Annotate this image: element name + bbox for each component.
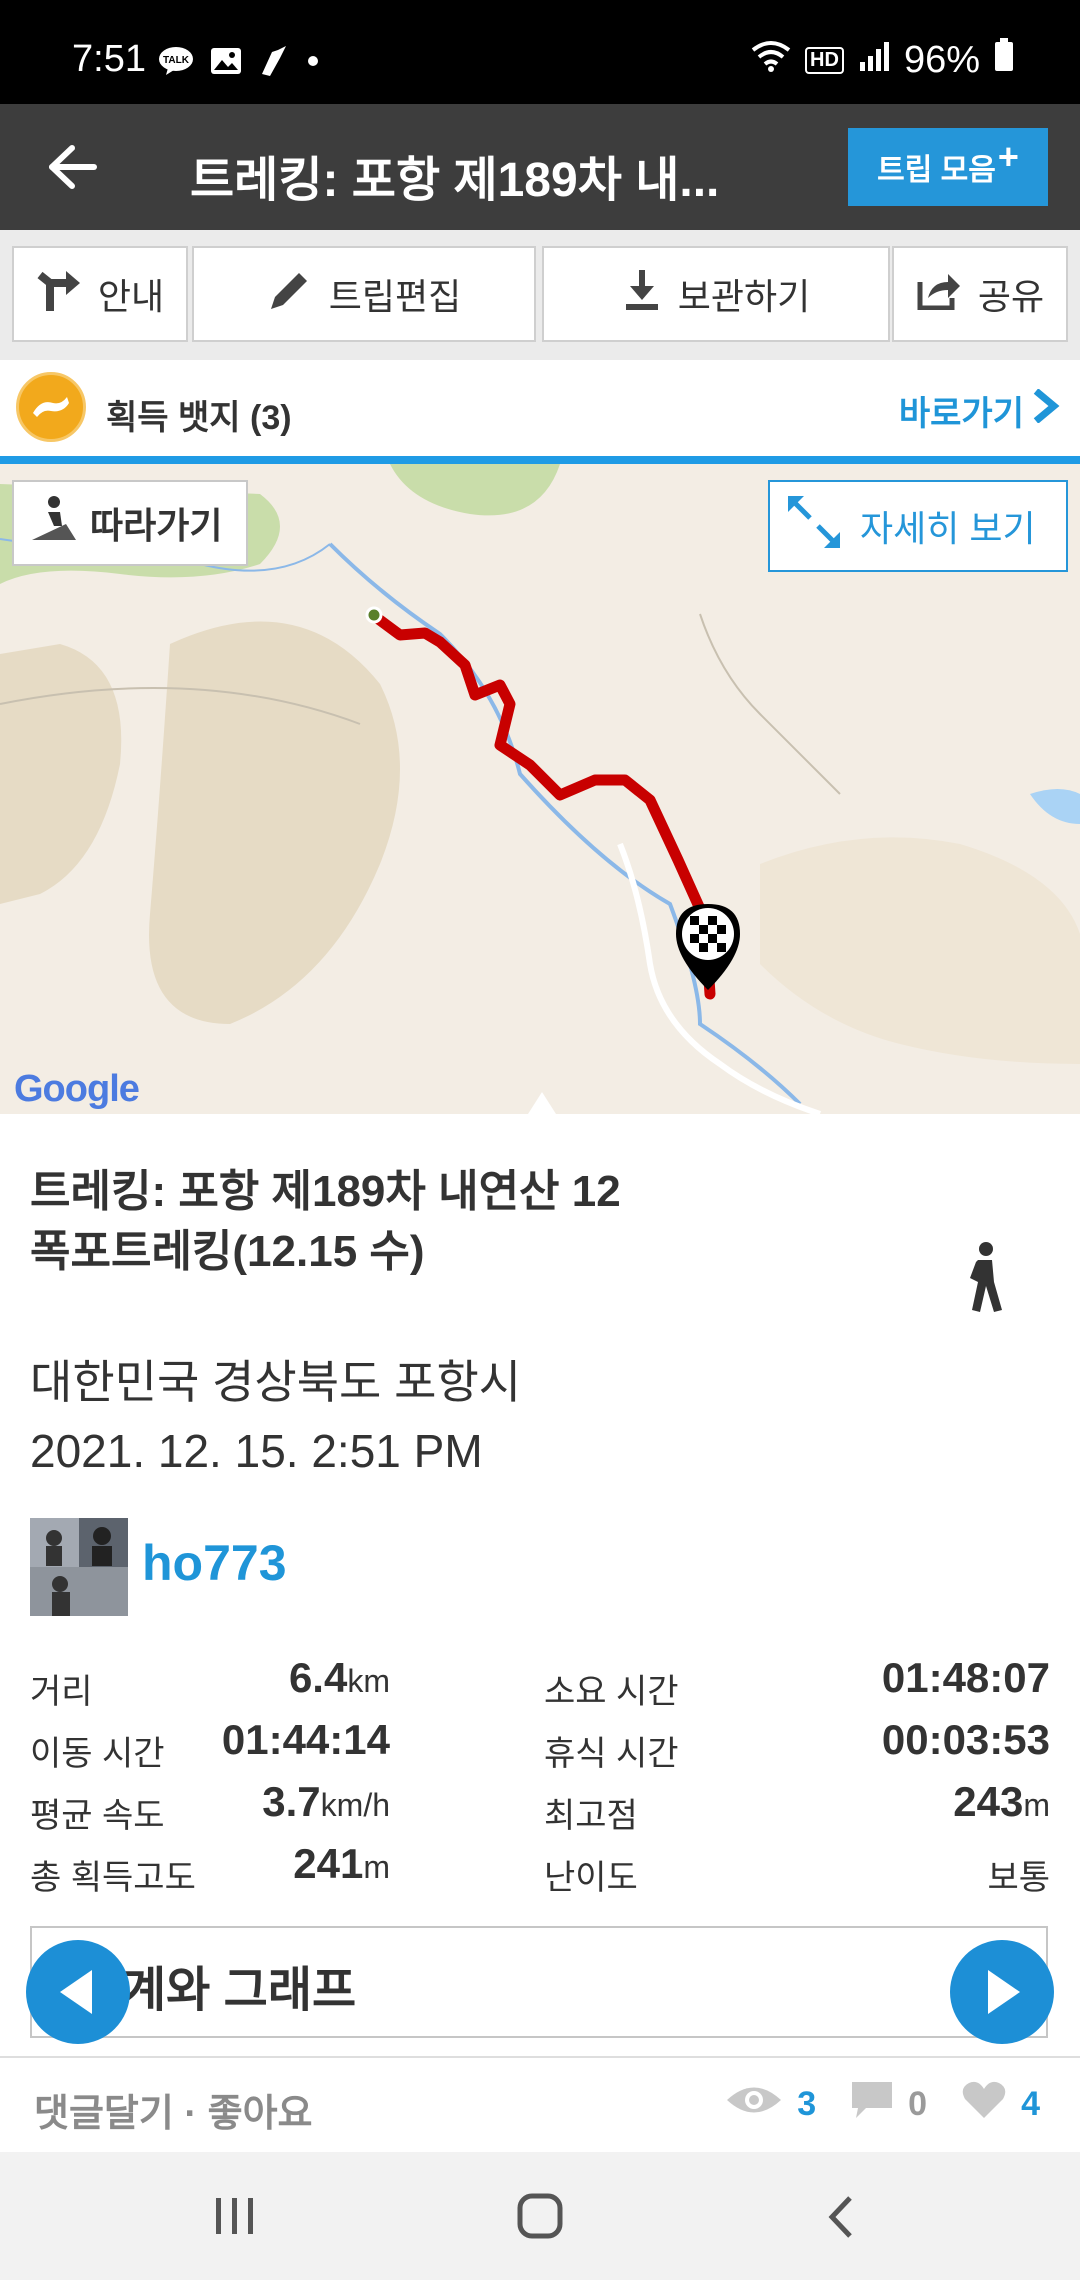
engagement-stats: 3 0 4 xyxy=(725,2080,1040,2129)
title-bar: 트레킹: 포항 제189차 내... 트립 모음 + xyxy=(0,104,1080,230)
stat-label: 이동 시간 xyxy=(30,1735,165,1773)
username-link[interactable]: ho773 xyxy=(142,1534,287,1592)
trip-collection-button[interactable]: 트립 모음 + xyxy=(848,128,1048,206)
stat-value: 01:44:14 xyxy=(221,1716,390,1763)
action-toolbar: 안내 트립편집 보관하기 공유 xyxy=(0,230,1080,360)
stat-row: 거리 6.4km 소요 시간 01:48:07 xyxy=(30,1654,1050,1711)
trip-location: 대한민국 경상북도 포항시 xyxy=(30,1356,522,1408)
share-button[interactable]: 공유 xyxy=(892,246,1068,342)
badge-label: 획득 뱃지 (3) xyxy=(106,399,292,437)
heart-icon xyxy=(961,2080,1007,2129)
share-icon xyxy=(916,270,962,319)
back-nav-icon[interactable] xyxy=(826,2194,856,2245)
more-dot-icon xyxy=(306,54,320,73)
triangle-left-icon xyxy=(60,1970,92,2014)
trip-datetime: 2021. 12. 15. 2:51 PM xyxy=(30,1425,483,1477)
follow-label: 따라가기 xyxy=(90,505,223,546)
share-label: 공유 xyxy=(977,276,1045,317)
save-label: 보관하기 xyxy=(677,276,811,317)
status-time: 7:51 xyxy=(72,38,146,80)
trip-title: 트레킹: 포항 제189차 내연산 12폭포트레킹(12.15 수) xyxy=(30,1167,621,1276)
views-count: 3 xyxy=(797,2085,817,2123)
view-detail-label: 자세히 보기 xyxy=(860,508,1036,549)
shortcut-label: 바로가기 xyxy=(898,395,1024,433)
stat-value: 01:48:07 xyxy=(881,1654,1050,1701)
stat-label: 휴식 시간 xyxy=(544,1735,679,1773)
save-button[interactable]: 보관하기 xyxy=(542,246,890,342)
stat-value: 243m xyxy=(953,1778,1050,1825)
pencil-icon xyxy=(267,267,313,322)
walker-icon xyxy=(32,494,76,553)
stat-label: 난이도 xyxy=(544,1859,638,1897)
stat-label: 거리 xyxy=(30,1673,93,1711)
graph-panel[interactable]: 계와 그래프 xyxy=(30,1926,1048,2038)
google-logo: Google xyxy=(14,1068,140,1111)
stat-label: 최고점 xyxy=(544,1797,638,1835)
stat-value: 3.7km/h xyxy=(262,1778,390,1825)
google-logo-text: Google xyxy=(14,1068,140,1110)
guide-button[interactable]: 안내 xyxy=(12,246,188,342)
prev-button[interactable] xyxy=(26,1940,130,2044)
app-icon xyxy=(258,44,290,83)
status-right: HD 96% xyxy=(751,38,1014,82)
expand-icon xyxy=(782,490,846,563)
plus-icon: + xyxy=(997,136,1019,177)
stat-label: 총 획득고도 xyxy=(30,1859,196,1897)
svg-text:TALK: TALK xyxy=(163,55,190,66)
triangle-right-icon xyxy=(988,1970,1020,2014)
talk-icon: TALK xyxy=(158,46,194,81)
walking-icon xyxy=(962,1242,1008,1317)
stat-value: 보통 xyxy=(987,1859,1050,1897)
back-arrow-icon[interactable] xyxy=(48,144,98,190)
trip-collection-label: 트립 모음 xyxy=(877,154,996,187)
eye-icon xyxy=(725,2083,783,2126)
comment-like-link[interactable]: 댓글달기 · 좋아요 xyxy=(34,2082,313,2137)
badge-row[interactable]: 획득 뱃지 (3) 바로가기 xyxy=(0,360,1080,464)
badge-coin-icon xyxy=(16,372,86,442)
download-icon xyxy=(622,268,662,321)
view-detail-button[interactable]: 자세히 보기 xyxy=(768,480,1068,572)
hd-icon: HD xyxy=(805,46,844,74)
stat-row: 평균 속도 3.7km/h 최고점 243m xyxy=(30,1778,1050,1835)
stat-label: 평균 속도 xyxy=(30,1797,165,1835)
next-button[interactable] xyxy=(950,1940,1054,2044)
status-bar: 7:51 TALK HD 96% xyxy=(0,0,1080,104)
battery-icon xyxy=(994,38,1014,82)
comment-like-bar: 댓글달기 · 좋아요 3 0 4 xyxy=(0,2056,1080,2154)
route-map[interactable]: 따라가기 자세히 보기 Google xyxy=(0,464,1080,1114)
stat-row: 이동 시간 01:44:14 휴식 시간 00:03:53 xyxy=(30,1716,1050,1773)
chevron-right-icon xyxy=(1032,388,1060,432)
likes-count: 4 xyxy=(1021,2085,1040,2123)
stat-label: 소요 시간 xyxy=(544,1673,679,1711)
system-nav-bar xyxy=(0,2152,1080,2280)
notification-icons: TALK xyxy=(158,44,320,83)
follow-button[interactable]: 따라가기 xyxy=(12,480,248,566)
graph-label: 계와 그래프 xyxy=(122,1964,357,2017)
signal-icon xyxy=(858,39,890,82)
guide-label: 안내 xyxy=(97,276,165,317)
comments-count: 0 xyxy=(908,2085,928,2123)
gallery-icon xyxy=(210,46,242,81)
shortcut-link[interactable]: 바로가기 xyxy=(899,386,1060,435)
page-title: 트레킹: 포항 제189차 내... xyxy=(190,154,720,207)
stat-value: 241m xyxy=(293,1840,390,1887)
edit-trip-label: 트립편집 xyxy=(328,276,462,317)
avatar[interactable] xyxy=(30,1518,128,1616)
edit-trip-button[interactable]: 트립편집 xyxy=(192,246,536,342)
stat-value: 00:03:53 xyxy=(881,1716,1050,1763)
battery-percent: 96% xyxy=(903,38,980,81)
home-icon[interactable] xyxy=(516,2192,564,2245)
wifi-icon xyxy=(751,39,791,82)
recent-apps-icon[interactable] xyxy=(212,2196,258,2241)
stat-row: 총 획득고도 241m 난이도 보통 xyxy=(30,1840,1050,1897)
stat-value: 6.4km xyxy=(288,1654,390,1701)
comment-icon xyxy=(850,2080,894,2129)
turn-arrow-icon xyxy=(36,269,82,320)
